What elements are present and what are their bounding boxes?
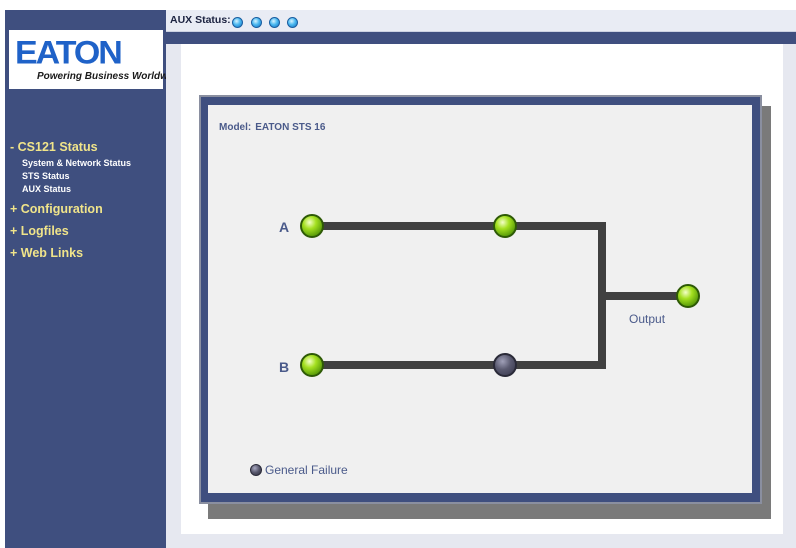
input-b-led bbox=[300, 353, 324, 377]
sidebar: EATON Powering Business Worldwide - CS12… bbox=[5, 10, 182, 548]
model-value: EATON STS 16 bbox=[255, 122, 326, 133]
logo-brand: EATON bbox=[15, 34, 123, 72]
input-a-led bbox=[300, 214, 324, 238]
nav-section-configuration[interactable]: + Configuration bbox=[10, 202, 103, 216]
model-info: Model: EATON STS 16 bbox=[219, 122, 325, 133]
input-a-label: A bbox=[279, 219, 290, 235]
nav-section-web-links[interactable]: + Web Links bbox=[10, 246, 83, 260]
input-b-label: B bbox=[279, 359, 290, 375]
aux-led-2 bbox=[251, 17, 262, 28]
aux-led-1 bbox=[232, 17, 243, 28]
eaton-logo: EATON Powering Business Worldwide bbox=[9, 30, 182, 89]
model-label: Model: bbox=[219, 122, 252, 133]
path-b-line bbox=[312, 361, 606, 369]
aux-status-bar: AUX Status: bbox=[166, 10, 796, 32]
logo-tagline: Powering Business Worldwide bbox=[37, 71, 183, 82]
nav-item-sts-status[interactable]: STS Status bbox=[10, 170, 131, 183]
aux-status-label: AUX Status: bbox=[170, 14, 231, 26]
output-led bbox=[676, 284, 700, 308]
nav-item-system-network-status[interactable]: System & Network Status bbox=[10, 157, 131, 170]
header-divider bbox=[166, 32, 796, 44]
nav-section-cs121-status[interactable]: - CS121 Status bbox=[10, 140, 98, 154]
general-failure-label: General Failure bbox=[265, 463, 348, 477]
output-label: Output bbox=[629, 312, 666, 326]
nav-item-aux-status[interactable]: AUX Status bbox=[10, 183, 131, 196]
sts-diagram: Model: EATON STS 16 A B Output General Fa… bbox=[208, 105, 752, 493]
nav-subitems: System & Network Status STS Status AUX S… bbox=[10, 157, 131, 196]
switch-a-led bbox=[493, 214, 517, 238]
nav-section-logfiles[interactable]: + Logfiles bbox=[10, 224, 69, 238]
general-failure-indicator bbox=[250, 464, 262, 476]
switch-b-led bbox=[493, 353, 517, 377]
path-a-line bbox=[312, 222, 606, 230]
aux-led-4 bbox=[287, 17, 298, 28]
aux-led-3 bbox=[269, 17, 280, 28]
